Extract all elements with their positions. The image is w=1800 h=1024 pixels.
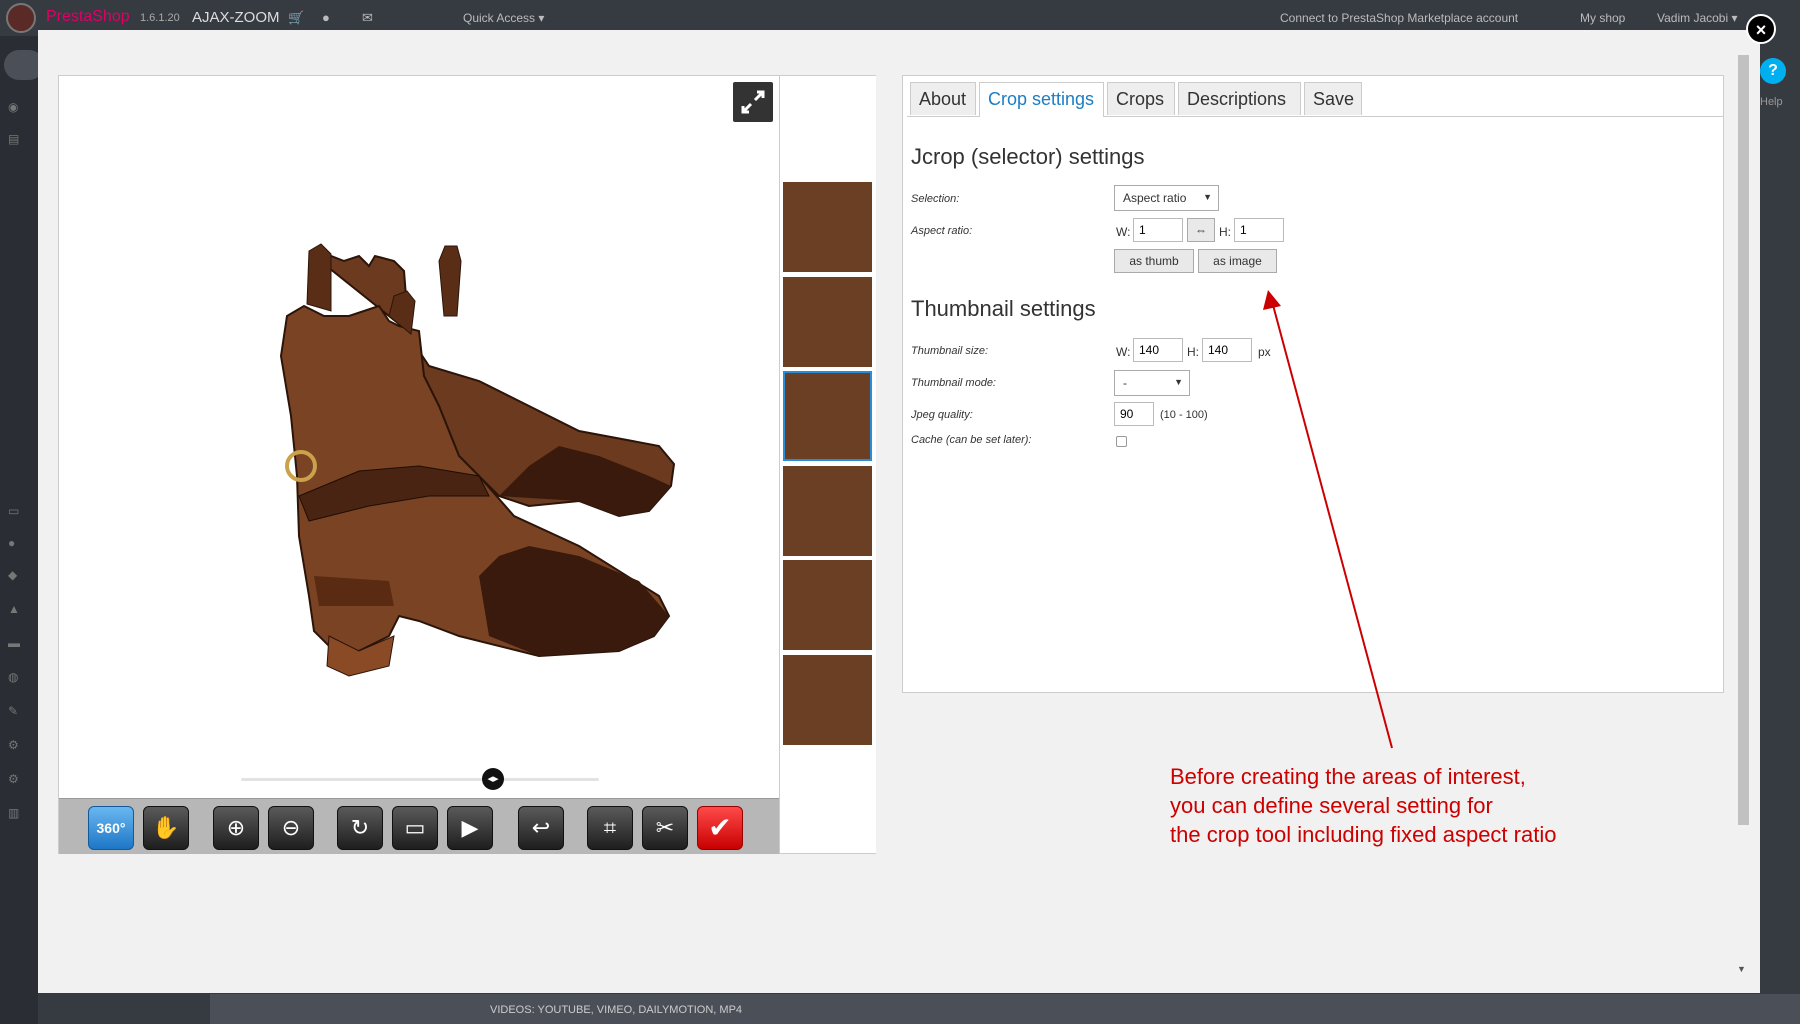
annotation-line-3: the crop tool including fixed aspect rat… <box>1170 822 1557 847</box>
annotation-arrowhead <box>1263 290 1281 310</box>
annotation-arrow-layer <box>1263 290 1393 749</box>
annotation-arrow-line <box>1272 304 1393 749</box>
annotation-line-1: Before creating the areas of interest, <box>1170 764 1526 789</box>
annotation-line-2: you can define several setting for <box>1170 793 1493 818</box>
annotation-text: Before creating the areas of interest, y… <box>1170 762 1556 849</box>
